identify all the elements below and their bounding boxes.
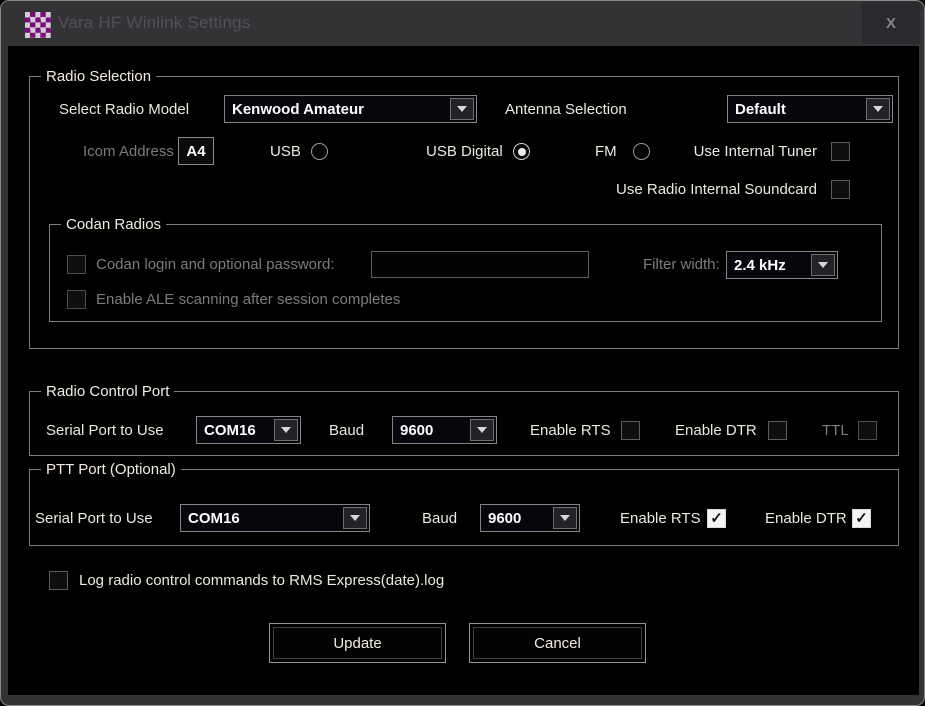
rcp-ttl-label: TTL	[822, 422, 849, 439]
filter-width-select[interactable]: 2.4 kHz	[726, 251, 838, 279]
icom-address-field[interactable]	[178, 137, 214, 165]
use-radio-internal-soundcard-label: Use Radio Internal Soundcard	[616, 181, 817, 198]
rcp-enable-dtr-label: Enable DTR	[675, 422, 757, 439]
ptt-enable-rts-label: Enable RTS	[620, 510, 701, 527]
rcp-ttl-checkbox[interactable]	[858, 421, 877, 440]
antenna-select[interactable]: Default	[727, 95, 893, 123]
radio-model-value: Kenwood Amateur	[225, 101, 448, 118]
radio-selection-group: Radio Selection Select Radio Model Kenwo…	[29, 76, 899, 349]
usb-mode-radio[interactable]	[311, 143, 328, 160]
fm-mode-label: FM	[595, 143, 617, 160]
chevron-down-icon[interactable]	[343, 507, 367, 529]
chevron-down-icon[interactable]	[811, 254, 835, 276]
window-title: Vara HF Winlink Settings	[58, 13, 251, 33]
codan-login-label: Codan login and optional password:	[96, 256, 335, 273]
ptt-baud-label: Baud	[422, 510, 457, 527]
select-radio-model-label: Select Radio Model	[59, 101, 189, 118]
dialog-window: Vara HF Winlink Settings X Radio Selecti…	[0, 0, 925, 706]
title-bar[interactable]: Vara HF Winlink Settings X	[1, 1, 924, 46]
update-button[interactable]: Update	[269, 623, 446, 663]
ptt-enable-dtr-checkbox[interactable]	[852, 509, 871, 528]
filter-width-label: Filter width:	[643, 256, 720, 273]
ptt-serial-port-value: COM16	[181, 510, 341, 527]
usb-digital-mode-label: USB Digital	[426, 143, 503, 160]
ptt-baud-select[interactable]: 9600	[480, 504, 580, 532]
codan-radios-group-title: Codan Radios	[61, 216, 166, 233]
rcp-serial-port-select[interactable]: COM16	[196, 416, 301, 444]
use-internal-tuner-label: Use Internal Tuner	[694, 143, 817, 160]
icom-address-label: Icom Address	[83, 143, 174, 160]
rcp-baud-select[interactable]: 9600	[392, 416, 497, 444]
codan-login-checkbox[interactable]	[67, 255, 86, 274]
ale-scanning-checkbox[interactable]	[67, 290, 86, 309]
rcp-serial-port-label: Serial Port to Use	[46, 422, 164, 439]
chevron-down-icon[interactable]	[866, 98, 890, 120]
chevron-down-icon[interactable]	[450, 98, 474, 120]
codan-password-field[interactable]	[371, 251, 589, 278]
rcp-serial-port-value: COM16	[197, 422, 272, 439]
antenna-selection-label: Antenna Selection	[505, 101, 627, 118]
codan-radios-group: Codan Radios Codan login and optional pa…	[49, 224, 882, 322]
ptt-serial-port-label: Serial Port to Use	[35, 510, 153, 527]
chevron-down-icon[interactable]	[274, 419, 298, 441]
ale-scanning-label: Enable ALE scanning after session comple…	[96, 291, 400, 308]
usb-digital-mode-radio[interactable]	[513, 143, 530, 160]
close-icon: X	[886, 15, 896, 32]
chevron-down-icon[interactable]	[470, 419, 494, 441]
radio-selection-group-title: Radio Selection	[41, 68, 156, 85]
radio-control-port-group-title: Radio Control Port	[41, 383, 174, 400]
fm-mode-radio[interactable]	[633, 143, 650, 160]
chevron-down-icon[interactable]	[553, 507, 577, 529]
radio-control-port-group: Radio Control Port Serial Port to Use CO…	[29, 391, 899, 456]
close-button[interactable]: X	[862, 2, 920, 44]
use-internal-tuner-checkbox[interactable]	[831, 142, 850, 161]
rcp-baud-value: 9600	[393, 422, 468, 439]
log-commands-checkbox[interactable]	[49, 571, 68, 590]
use-radio-internal-soundcard-checkbox[interactable]	[831, 180, 850, 199]
ptt-baud-value: 9600	[481, 510, 551, 527]
app-icon	[25, 12, 51, 38]
filter-width-value: 2.4 kHz	[727, 257, 809, 274]
rcp-enable-dtr-checkbox[interactable]	[768, 421, 787, 440]
log-commands-label: Log radio control commands to RMS Expres…	[79, 572, 444, 589]
ptt-port-group-title: PTT Port (Optional)	[41, 461, 181, 478]
antenna-value: Default	[728, 101, 864, 118]
rcp-enable-rts-label: Enable RTS	[530, 422, 611, 439]
cancel-button[interactable]: Cancel	[469, 623, 646, 663]
ptt-enable-rts-checkbox[interactable]	[707, 509, 726, 528]
ptt-serial-port-select[interactable]: COM16	[180, 504, 370, 532]
usb-mode-label: USB	[270, 143, 301, 160]
ptt-enable-dtr-label: Enable DTR	[765, 510, 847, 527]
ptt-port-group: PTT Port (Optional) Serial Port to Use C…	[29, 469, 899, 546]
rcp-baud-label: Baud	[329, 422, 364, 439]
rcp-enable-rts-checkbox[interactable]	[621, 421, 640, 440]
radio-model-select[interactable]: Kenwood Amateur	[224, 95, 477, 123]
